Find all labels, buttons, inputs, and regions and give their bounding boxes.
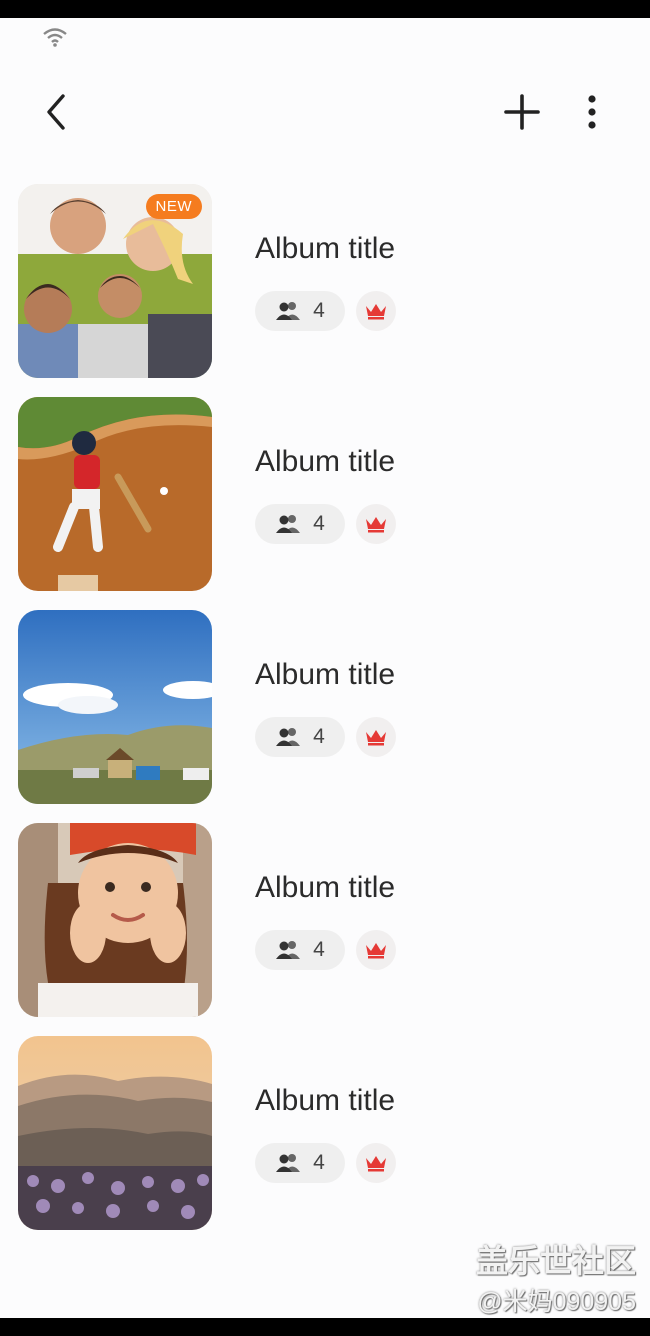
owner-chip[interactable]: [356, 930, 396, 970]
album-thumbnail: [18, 610, 212, 804]
mountains-photo: [18, 1036, 212, 1230]
people-icon: [276, 941, 301, 959]
members-chip[interactable]: 4: [255, 504, 345, 544]
crown-icon: [366, 1156, 386, 1172]
girl-photo: [18, 823, 212, 1017]
album-item[interactable]: Album title 4: [18, 1036, 618, 1230]
crown-icon: [366, 730, 386, 746]
members-chip[interactable]: 4: [255, 291, 345, 331]
album-thumbnail: [18, 397, 212, 591]
status-bar-top: [0, 0, 650, 18]
members-count: 4: [313, 725, 325, 748]
album-title: Album title: [255, 445, 396, 478]
album-item[interactable]: Album title 4: [18, 397, 618, 591]
album-thumbnail: [18, 1036, 212, 1230]
album-title: Album title: [255, 658, 396, 691]
members-count: 4: [313, 299, 325, 322]
more-vertical-icon: [588, 95, 596, 129]
more-options-button[interactable]: [566, 86, 618, 138]
members-chip[interactable]: 4: [255, 717, 345, 757]
back-button[interactable]: [30, 86, 82, 138]
album-title: Album title: [255, 1084, 396, 1117]
baseball-photo: [18, 397, 212, 591]
crown-icon: [366, 517, 386, 533]
add-album-button[interactable]: [496, 86, 548, 138]
album-thumbnail: [18, 823, 212, 1017]
new-badge: NEW: [145, 194, 202, 219]
crown-icon: [366, 304, 386, 320]
owner-chip[interactable]: [356, 1143, 396, 1183]
people-icon: [276, 1154, 301, 1172]
album-item[interactable]: Album title 4: [18, 823, 618, 1017]
plus-icon: [504, 94, 540, 130]
watermark-community: 盖乐世社区: [475, 1243, 636, 1279]
crown-icon: [366, 943, 386, 959]
album-item[interactable]: Album title 4: [18, 610, 618, 804]
back-arrow-icon: [47, 94, 65, 130]
owner-chip[interactable]: [356, 717, 396, 757]
members-chip[interactable]: 4: [255, 930, 345, 970]
landscape-photo: [18, 610, 212, 804]
members-count: 4: [313, 938, 325, 961]
people-icon: [276, 728, 301, 746]
members-chip[interactable]: 4: [255, 1143, 345, 1183]
members-count: 4: [313, 1151, 325, 1174]
people-icon: [276, 302, 301, 320]
album-title: Album title: [255, 232, 396, 265]
album-thumbnail: NEW: [18, 184, 212, 378]
watermark-user: @米妈090905: [477, 1288, 636, 1316]
people-icon: [276, 515, 301, 533]
album-title: Album title: [255, 871, 396, 904]
owner-chip[interactable]: [356, 504, 396, 544]
wifi-icon: [43, 28, 67, 47]
members-count: 4: [313, 512, 325, 535]
album-item[interactable]: NEW Album title 4: [18, 184, 618, 378]
owner-chip[interactable]: [356, 291, 396, 331]
navigation-bar-bottom: [0, 1318, 650, 1336]
